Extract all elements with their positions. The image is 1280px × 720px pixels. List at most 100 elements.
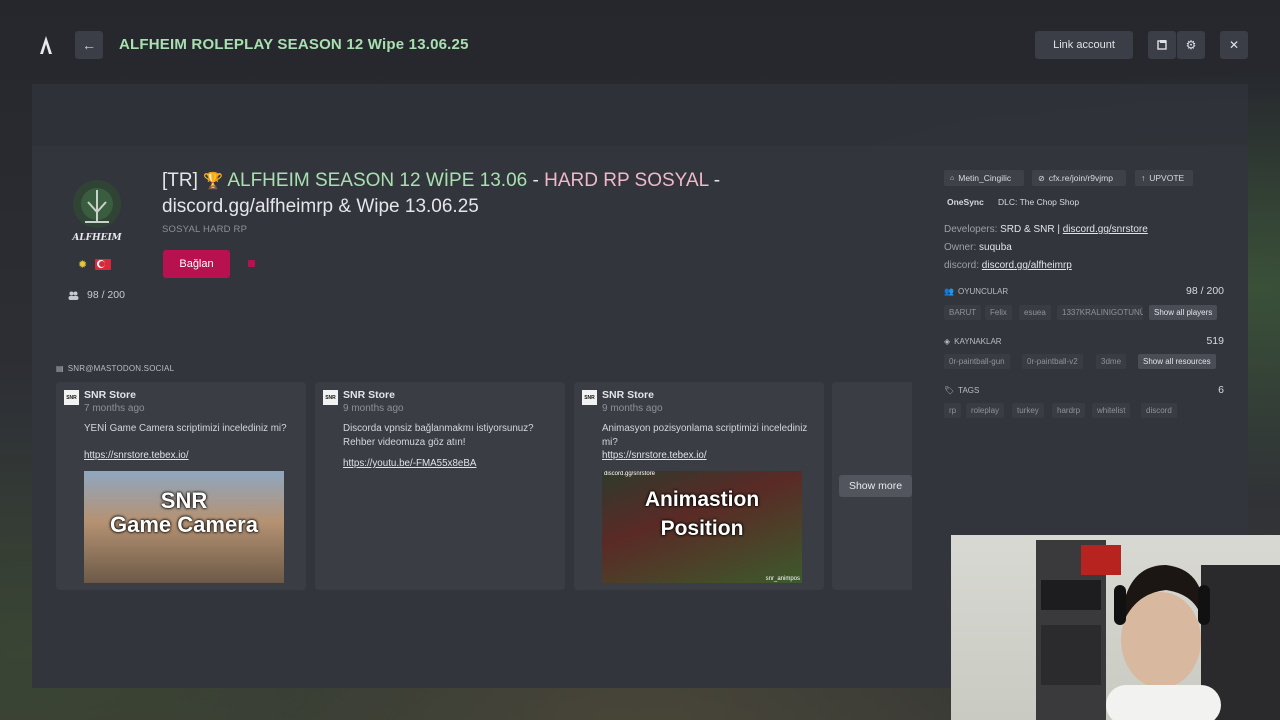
discord-link[interactable]: discord.gg/alfheimrp: [982, 260, 1072, 271]
card-time: 7 months ago: [84, 403, 145, 414]
author-avatar: SNR: [64, 390, 79, 405]
discord-row: discord: discord.gg/alfheimrp: [944, 260, 1072, 271]
tag-pill: turkey: [1012, 403, 1044, 418]
developers-link[interactable]: discord.gg/snrstore: [1063, 224, 1148, 235]
arrow-up-icon: ↑: [1141, 173, 1146, 183]
server-name-highlight: ALFHEIM SEASON 12 WİPE 13.06: [223, 170, 528, 191]
feed-card[interactable]: SNR SNR Store 7 months ago YENİ Game Cam…: [56, 382, 306, 590]
discord-label: discord:: [944, 260, 980, 271]
card-media-image[interactable]: discord.gg/snrstore Animastion Position …: [602, 471, 802, 583]
layers-icon: ◈: [944, 337, 951, 346]
feed-card[interactable]: SNR SNR Store 9 months ago Animasyon poz…: [574, 382, 824, 590]
author-avatar: SNR: [582, 390, 597, 405]
feed-label: ▤ SNR@MASTODON.SOCIAL: [56, 364, 174, 373]
card-link[interactable]: https://snrstore.tebex.io/: [602, 450, 707, 461]
card-text: Discorda vpnsiz bağlanmakmı istiyorsunuz…: [343, 423, 534, 448]
trophy-icon: 🏆: [203, 173, 224, 190]
tags-section-head: 🏷 TAGS: [944, 386, 979, 395]
tags-count: 6: [1218, 384, 1224, 396]
connect-button[interactable]: Bağlan: [163, 250, 230, 278]
close-icon: ✕: [1228, 38, 1240, 52]
settings-button[interactable]: ⚙: [1177, 31, 1205, 59]
join-link-chip[interactable]: ⊘ cfx.re/join/r9vjmp: [1032, 170, 1126, 186]
media-caption-2: Position: [660, 517, 744, 540]
owner-chip[interactable]: ⌂ Metin_Cingilic: [944, 170, 1024, 186]
history-icon: [1157, 40, 1167, 50]
fivem-logo-icon[interactable]: [36, 34, 56, 56]
join-link-label: cfx.re/join/r9vjmp: [1048, 173, 1113, 183]
card-author: SNR Store: [84, 389, 136, 401]
server-subtitle: SOSYAL HARD RP: [162, 224, 248, 235]
players-section-head: 👥 OYUNCULAR: [944, 287, 1008, 296]
user-icon: ⌂: [950, 174, 955, 182]
turkey-flag-icon: [95, 259, 112, 270]
users-icon: 👥: [944, 287, 954, 296]
card-author: SNR Store: [343, 389, 395, 401]
server-logo: ALFHEIM: [71, 180, 123, 243]
dlc-tag: DLC: The Chop Shop: [998, 197, 1080, 207]
show-all-resources-button[interactable]: Show all resources: [1138, 354, 1216, 369]
resource-pill: 3dme: [1096, 354, 1127, 369]
player-pill: Felix: [985, 305, 1012, 320]
gear-icon: ⚙: [1185, 38, 1197, 52]
link-account-button[interactable]: Link account: [1035, 31, 1133, 59]
player-pill: esuea: [1019, 305, 1051, 320]
players-count: 98 / 200: [1186, 285, 1224, 297]
owner-value: suquba: [979, 242, 1012, 253]
owner-row: Owner: suquba: [944, 242, 1012, 253]
card-text: YENİ Game Camera scriptimizi incelediniz…: [84, 423, 287, 434]
server-flags: ✹: [78, 258, 112, 271]
resources-head-text: KAYNAKLAR: [954, 337, 1002, 346]
card-author: SNR Store: [602, 389, 654, 401]
back-button[interactable]: ←: [75, 31, 103, 59]
server-name-sep2: -: [708, 170, 721, 191]
media-credit: snr_animpos: [765, 576, 800, 582]
users-icon: [68, 291, 79, 300]
link-icon: ⊘: [1038, 173, 1045, 183]
feed-card[interactable]: SNR SNR Store 9 months ago Discorda vpns…: [315, 382, 565, 590]
card-media-image[interactable]: SNR Game Camera: [84, 471, 284, 583]
server-name-sep: -: [527, 170, 545, 191]
onesync-tag: OneSync: [947, 197, 984, 207]
server-name: [TR] 🏆 ALFHEIM SEASON 12 WİPE 13.06 - HA…: [162, 168, 902, 219]
media-caption-1: Animastion: [644, 488, 760, 511]
close-button[interactable]: ✕: [1220, 31, 1248, 59]
tag-pill: roleplay: [966, 403, 1005, 418]
tag-pill: whitelist: [1092, 403, 1131, 418]
favorite-marker-icon[interactable]: [248, 260, 255, 267]
tag-icon: 🏷: [944, 386, 955, 395]
player-count: 98 / 200: [68, 289, 125, 301]
upvote-label: UPVOTE: [1149, 173, 1185, 183]
svg-text:ALFHEIM: ALFHEIM: [71, 233, 122, 243]
resources-count: 519: [1206, 335, 1224, 347]
card-time: 9 months ago: [343, 403, 404, 414]
card-link[interactable]: https://snrstore.tebex.io/: [84, 450, 189, 461]
resources-section-head: ◈ KAYNAKLAR: [944, 337, 1002, 346]
developers-row: Developers: SRD & SNR | discord.gg/snrst…: [944, 224, 1148, 235]
developers-value: SRD & SNR |: [1000, 224, 1063, 235]
server-name-tag: HARD RP SOSYAL: [544, 170, 709, 191]
feed-label-text: SNR@MASTODON.SOCIAL: [67, 364, 175, 373]
owner-label: Owner:: [944, 242, 977, 253]
developers-label: Developers:: [944, 224, 998, 235]
history-button[interactable]: [1148, 31, 1176, 59]
resource-pill: 0r-paintball-v2: [1022, 354, 1083, 369]
webcam-feed-image: [1036, 540, 1280, 720]
document-icon: ▤: [56, 364, 64, 373]
sun-icon: ✹: [78, 259, 88, 271]
tags-head-text: TAGS: [958, 386, 980, 395]
arrow-left-icon: ←: [82, 37, 96, 53]
show-all-players-button[interactable]: Show all players: [1149, 305, 1218, 320]
media-tag: discord.gg/snrstore: [604, 471, 656, 477]
upvote-button[interactable]: ↑ UPVOTE: [1135, 170, 1193, 186]
players-head-text: OYUNCULAR: [957, 287, 1009, 296]
server-name-line2: discord.gg/alfheimrp & Wipe 13.06.25: [162, 196, 479, 217]
player-pill: 1337KRALINIGOTUNÜ: [1057, 305, 1143, 320]
player-pill: BARUT: [944, 305, 982, 320]
page-title: ALFHEIM ROLEPLAY SEASON 12 Wipe 13.06.25: [119, 36, 469, 53]
player-count-text: 98 / 200: [87, 289, 125, 301]
card-link[interactable]: https://youtu.be/-FMA55x8eBA: [343, 458, 476, 469]
show-more-button[interactable]: Show more: [839, 475, 912, 497]
card-text: Animasyon pozisyonlama scriptimizi incel…: [602, 423, 808, 448]
server-banner: [32, 84, 1248, 146]
